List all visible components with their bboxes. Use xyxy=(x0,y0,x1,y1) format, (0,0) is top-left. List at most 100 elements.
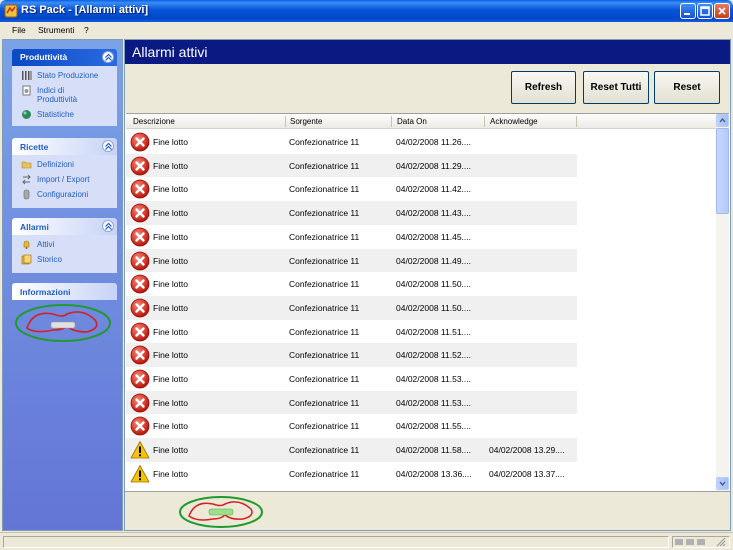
table-row[interactable]: Fine lotto Confezionatrice 11 04/02/2008 1… xyxy=(126,414,577,438)
alarms-grid: Descrizione Sorgente Data On Acknowledge… xyxy=(126,113,729,491)
table-row[interactable]: Fine lotto Confezionatrice 11 04/02/2008 1… xyxy=(126,201,577,225)
maximize-button[interactable] xyxy=(697,3,713,19)
group-header-ricette[interactable]: Ricette xyxy=(12,138,117,155)
cell-descrizione: Fine lotto xyxy=(153,350,188,361)
error-icon xyxy=(130,179,150,199)
cell-descrizione: Fine lotto xyxy=(153,208,188,219)
cell-descrizione: Fine lotto xyxy=(153,255,188,266)
close-button[interactable] xyxy=(714,3,730,19)
minimize-icon xyxy=(684,13,690,15)
cell-data-on: 04/02/2008 11.50.... xyxy=(396,279,471,290)
warning-icon xyxy=(130,464,150,484)
cell-data-on: 04/02/2008 11.53.... xyxy=(396,374,471,384)
table-row[interactable]: Fine lotto Confezionatrice 11 04/02/2008 1… xyxy=(126,272,577,296)
column-separator[interactable] xyxy=(576,116,577,127)
chevron-up-icon xyxy=(105,53,112,61)
cell-descrizione: Fine lotto xyxy=(153,137,188,147)
menu-bar: File Strumenti ? xyxy=(0,22,733,38)
cell-data-on: 04/02/2008 11.29.... xyxy=(396,160,471,171)
history-icon xyxy=(21,254,32,265)
scroll-up-button[interactable] xyxy=(716,114,729,127)
column-header-sorgente[interactable]: Sorgente xyxy=(290,117,322,126)
reset-all-button[interactable]: Reset Tutti xyxy=(583,71,649,104)
cell-sorgente: Confezionatrice 11 xyxy=(289,184,360,195)
menu-strumenti[interactable]: Strumenti xyxy=(38,25,74,35)
chevron-up-icon xyxy=(105,222,112,230)
cell-sorgente: Confezionatrice 11 xyxy=(289,137,360,147)
table-row[interactable]: Fine lotto Confezionatrice 11 04/02/2008 1… xyxy=(126,438,577,462)
collapse-ricette-button[interactable] xyxy=(102,140,114,152)
cell-data-on: 04/02/2008 11.49.... xyxy=(396,255,471,266)
cell-data-on: 04/02/2008 11.26.... xyxy=(396,137,471,147)
group-header-produttivita[interactable]: Produttività xyxy=(12,49,117,66)
menu-file[interactable]: File xyxy=(12,25,26,35)
table-row[interactable]: Fine lotto Confezionatrice 11 04/02/2008 1… xyxy=(126,462,577,486)
scroll-thumb[interactable] xyxy=(716,128,729,214)
menu-help[interactable]: ? xyxy=(84,25,89,35)
sidebar-item-label: Storico xyxy=(37,255,62,264)
title-bar: RS Pack - [Allarmi attivi] xyxy=(0,0,733,22)
scroll-down-button[interactable] xyxy=(716,477,729,490)
minimize-button[interactable] xyxy=(680,3,696,19)
cell-data-on: 04/02/2008 13.36.... xyxy=(396,468,472,479)
chevron-up-icon xyxy=(719,117,726,123)
group-body-ricette: Definizioni Import / Export Configurazio… xyxy=(12,155,117,208)
cell-sorgente: Confezionatrice 11 xyxy=(289,326,360,337)
error-icon xyxy=(130,156,150,176)
table-row[interactable]: Fine lotto Confezionatrice 11 04/02/2008 1… xyxy=(126,390,577,415)
vertical-scrollbar[interactable] xyxy=(716,114,729,491)
arrows-icon xyxy=(22,174,31,185)
group-title-ricette: Ricette xyxy=(20,142,49,152)
cell-acknowledge: 04/02/2008 13.37.... xyxy=(489,468,565,479)
cell-descrizione: Fine lotto xyxy=(153,397,188,408)
group-header-allarmi[interactable]: Allarmi xyxy=(12,218,117,235)
table-row[interactable]: Fine lotto Confezionatrice 11 04/02/2008 1… xyxy=(126,367,577,391)
column-header-data-on[interactable]: Data On xyxy=(397,117,427,126)
column-separator[interactable] xyxy=(484,116,485,127)
window-title: RS Pack - [Allarmi attivi] xyxy=(21,4,149,16)
sidebar-item-label: Indici di Produttività xyxy=(37,86,78,104)
column-header-descrizione[interactable]: Descrizione xyxy=(133,117,175,126)
column-separator[interactable] xyxy=(285,116,286,127)
cell-sorgente: Confezionatrice 11 xyxy=(289,397,360,408)
cell-data-on: 04/02/2008 11.53.... xyxy=(396,397,471,408)
cell-sorgente: Confezionatrice 11 xyxy=(289,160,360,171)
table-row[interactable]: Fine lotto Confezionatrice 11 04/02/2008 1… xyxy=(126,153,577,178)
table-row[interactable]: Fine lotto Confezionatrice 11 04/02/2008 1… xyxy=(126,343,577,367)
table-row[interactable]: Fine lotto Confezionatrice 11 04/02/2008 1… xyxy=(126,225,577,249)
table-row[interactable]: Fine lotto Confezionatrice 11 04/02/2008 1… xyxy=(126,177,577,201)
cell-descrizione: Fine lotto xyxy=(153,374,188,384)
toolbar: Refresh Reset Tutti Reset xyxy=(125,64,730,113)
error-icon xyxy=(130,416,150,436)
chevron-up-icon xyxy=(105,142,112,150)
error-icon xyxy=(130,251,150,271)
error-icon xyxy=(130,298,150,318)
warning-icon xyxy=(130,440,150,460)
cell-acknowledge: 04/02/2008 13.29.... xyxy=(489,445,565,456)
collapse-allarmi-button[interactable] xyxy=(102,220,114,232)
group-header-informazioni[interactable]: Informazioni xyxy=(12,283,117,300)
annotation-oval xyxy=(15,304,111,342)
globe-icon xyxy=(22,110,31,119)
reset-button[interactable]: Reset xyxy=(654,71,720,104)
cell-data-on: 04/02/2008 11.45.... xyxy=(396,231,471,242)
refresh-button[interactable]: Refresh xyxy=(511,71,576,104)
table-row[interactable]: Fine lotto Confezionatrice 11 04/02/2008 1… xyxy=(126,130,577,154)
status-panel-icons xyxy=(672,536,730,548)
alarm-bell-icon xyxy=(23,240,30,249)
status-bar xyxy=(0,532,733,550)
table-row[interactable]: Fine lotto Confezionatrice 11 04/02/2008 1… xyxy=(126,248,577,273)
sidebar: Produttività Stato Produzione Indici di … xyxy=(2,39,123,531)
table-row[interactable]: Fine lotto Confezionatrice 11 04/02/2008 1… xyxy=(126,295,577,320)
column-header-acknowledge[interactable]: Acknowledge xyxy=(490,117,538,126)
collapse-produttivita-button[interactable] xyxy=(102,51,114,63)
table-row[interactable]: Fine lotto Confezionatrice 11 04/02/2008 1… xyxy=(126,320,577,344)
cell-sorgente: Confezionatrice 11 xyxy=(289,302,360,313)
group-body-allarmi: Attivi Storico xyxy=(12,235,117,273)
cell-sorgente: Confezionatrice 11 xyxy=(289,445,360,456)
maximize-icon xyxy=(700,6,710,16)
column-separator[interactable] xyxy=(391,116,392,127)
cell-data-on: 04/02/2008 11.42.... xyxy=(396,184,471,195)
sidebar-item-label: Definizioni xyxy=(37,160,74,169)
sidebar-item-label: Attivi xyxy=(37,240,55,249)
